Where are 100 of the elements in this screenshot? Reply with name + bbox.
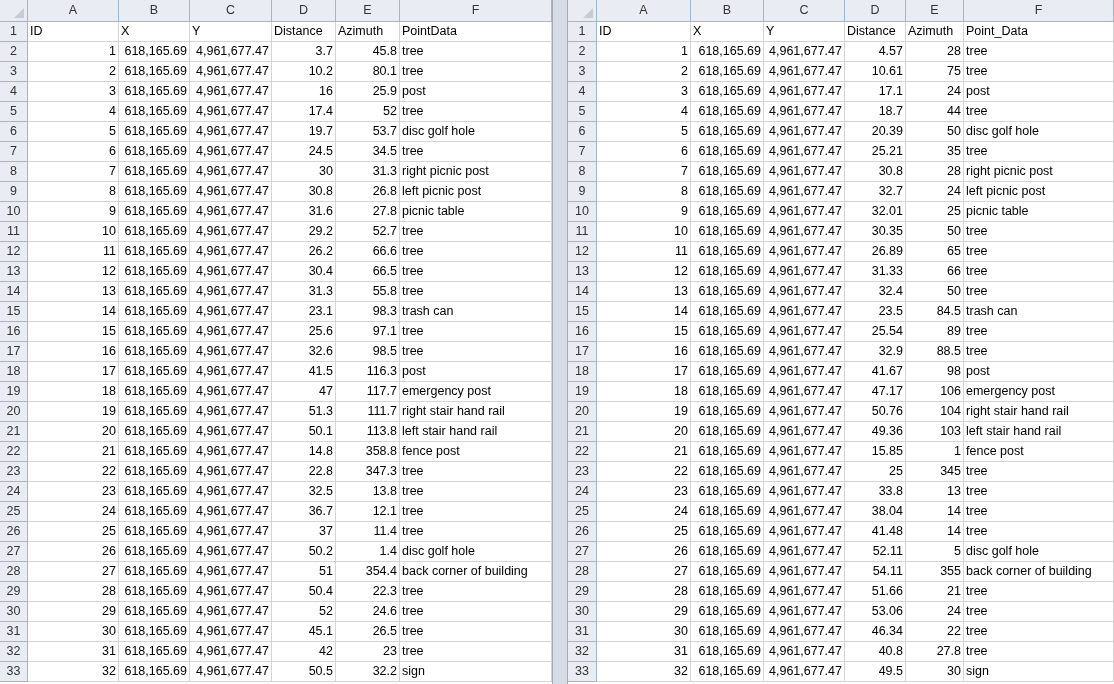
table-cell: 98: [906, 362, 964, 382]
row-header[interactable]: 20: [0, 402, 28, 422]
row-header[interactable]: 26: [568, 522, 597, 542]
table-cell: 4,961,677.47: [764, 102, 845, 122]
row-header[interactable]: 32: [0, 642, 28, 662]
table-cell: 10: [597, 222, 691, 242]
table-cell: Azimuth: [336, 22, 400, 42]
table-cell: 18: [597, 382, 691, 402]
select-all-corner[interactable]: [568, 0, 597, 22]
row-header[interactable]: 18: [0, 362, 28, 382]
row-header[interactable]: 26: [0, 522, 28, 542]
table-cell: 42: [272, 642, 336, 662]
row-header[interactable]: 13: [0, 262, 28, 282]
row-header[interactable]: 29: [568, 582, 597, 602]
row-header[interactable]: 13: [568, 262, 597, 282]
row-header[interactable]: 33: [0, 662, 28, 682]
row-header[interactable]: 28: [0, 562, 28, 582]
row-header[interactable]: 10: [568, 202, 597, 222]
row-header[interactable]: 16: [568, 322, 597, 342]
column-header[interactable]: F: [964, 0, 1114, 22]
column-header[interactable]: B: [691, 0, 764, 22]
row-header[interactable]: 2: [568, 42, 597, 62]
row-header[interactable]: 14: [0, 282, 28, 302]
row-header[interactable]: 22: [0, 442, 28, 462]
row-header[interactable]: 15: [568, 302, 597, 322]
row-header[interactable]: 24: [0, 482, 28, 502]
row-header[interactable]: 7: [568, 142, 597, 162]
row-header[interactable]: 32: [568, 642, 597, 662]
row-header[interactable]: 23: [568, 462, 597, 482]
column-header[interactable]: C: [190, 0, 272, 22]
row-header[interactable]: 8: [0, 162, 28, 182]
column-header[interactable]: B: [119, 0, 190, 22]
row-header[interactable]: 14: [568, 282, 597, 302]
row-header[interactable]: 30: [568, 602, 597, 622]
row-header[interactable]: 31: [0, 622, 28, 642]
row-header[interactable]: 19: [568, 382, 597, 402]
table-cell: tree: [964, 262, 1114, 282]
row-header[interactable]: 22: [568, 442, 597, 462]
row-header[interactable]: 17: [0, 342, 28, 362]
row-header[interactable]: 17: [568, 342, 597, 362]
row-header[interactable]: 25: [0, 502, 28, 522]
column-header[interactable]: A: [597, 0, 691, 22]
table-cell: Azimuth: [906, 22, 964, 42]
row-header[interactable]: 25: [568, 502, 597, 522]
row-header[interactable]: 16: [0, 322, 28, 342]
table-cell: 80.1: [336, 62, 400, 82]
row-header[interactable]: 28: [568, 562, 597, 582]
row-header[interactable]: 21: [568, 422, 597, 442]
column-header[interactable]: A: [28, 0, 119, 22]
table-cell: tree: [964, 222, 1114, 242]
row-header[interactable]: 27: [568, 542, 597, 562]
row-header[interactable]: 23: [0, 462, 28, 482]
table-cell: 16: [28, 342, 119, 362]
row-header[interactable]: 6: [0, 122, 28, 142]
table-cell: 4,961,677.47: [764, 342, 845, 362]
table-cell: 51.3: [272, 402, 336, 422]
column-header[interactable]: D: [272, 0, 336, 22]
table-cell: 618,165.69: [691, 402, 764, 422]
row-header[interactable]: 30: [0, 602, 28, 622]
column-header[interactable]: C: [764, 0, 845, 22]
row-header[interactable]: 5: [0, 102, 28, 122]
table-cell: 24: [906, 602, 964, 622]
row-header[interactable]: 27: [0, 542, 28, 562]
table-cell: 618,165.69: [691, 382, 764, 402]
row-header[interactable]: 11: [568, 222, 597, 242]
table-cell: 38.04: [845, 502, 906, 522]
row-header[interactable]: 4: [0, 82, 28, 102]
row-header[interactable]: 12: [568, 242, 597, 262]
column-header[interactable]: E: [906, 0, 964, 22]
row-header[interactable]: 20: [568, 402, 597, 422]
select-all-corner[interactable]: [0, 0, 28, 22]
row-header[interactable]: 4: [568, 82, 597, 102]
row-header[interactable]: 10: [0, 202, 28, 222]
row-header[interactable]: 33: [568, 662, 597, 682]
row-header[interactable]: 8: [568, 162, 597, 182]
row-header[interactable]: 15: [0, 302, 28, 322]
table-cell: 16: [272, 82, 336, 102]
row-header[interactable]: 3: [568, 62, 597, 82]
row-header[interactable]: 18: [568, 362, 597, 382]
row-header[interactable]: 9: [568, 182, 597, 202]
row-header[interactable]: 3: [0, 62, 28, 82]
row-header[interactable]: 7: [0, 142, 28, 162]
column-header[interactable]: F: [400, 0, 552, 22]
row-header[interactable]: 1: [568, 22, 597, 42]
row-header[interactable]: 21: [0, 422, 28, 442]
table-cell: 618,165.69: [119, 562, 190, 582]
row-header[interactable]: 1: [0, 22, 28, 42]
row-header[interactable]: 31: [568, 622, 597, 642]
row-header[interactable]: 9: [0, 182, 28, 202]
row-header[interactable]: 12: [0, 242, 28, 262]
row-header[interactable]: 5: [568, 102, 597, 122]
row-header[interactable]: 2: [0, 42, 28, 62]
row-header[interactable]: 6: [568, 122, 597, 142]
row-header[interactable]: 29: [0, 582, 28, 602]
column-header[interactable]: E: [336, 0, 400, 22]
row-header[interactable]: 19: [0, 382, 28, 402]
row-header[interactable]: 11: [0, 222, 28, 242]
column-header[interactable]: D: [845, 0, 906, 22]
table-cell: 618,165.69: [691, 42, 764, 62]
row-header[interactable]: 24: [568, 482, 597, 502]
